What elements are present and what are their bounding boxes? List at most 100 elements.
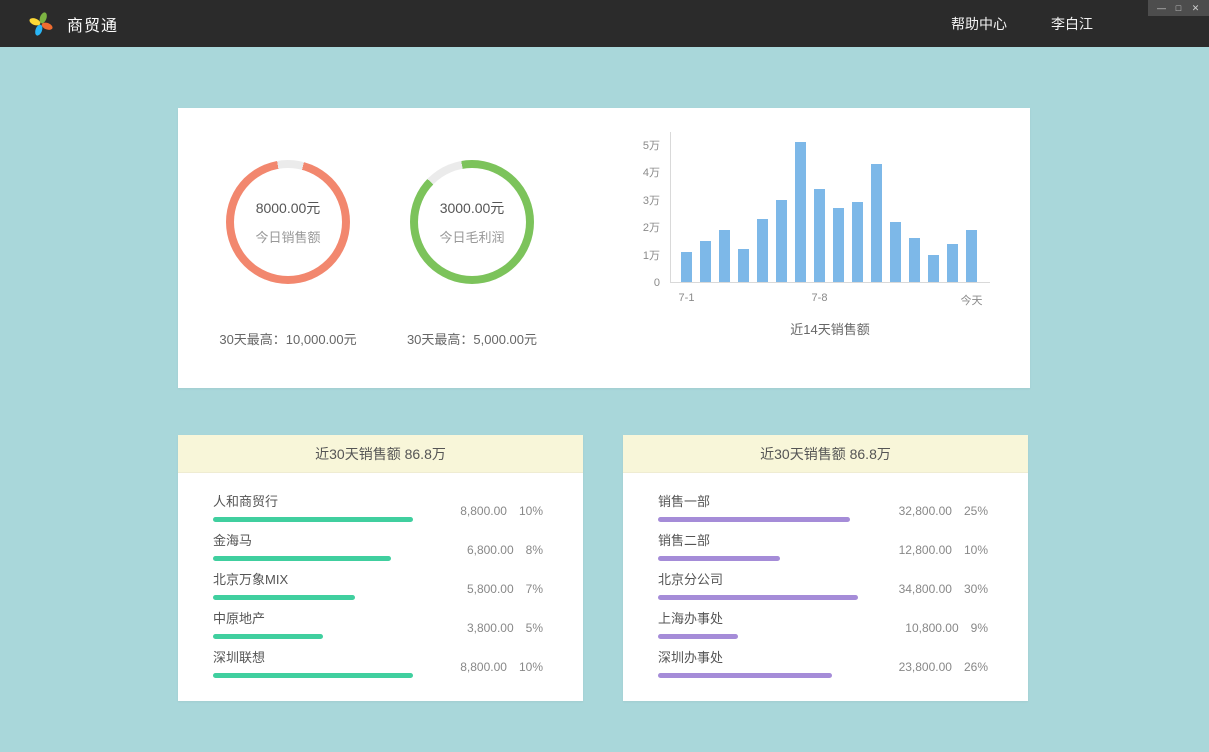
app-title: 商贸通 — [67, 12, 118, 36]
entity-name: 销售二部 — [658, 530, 858, 549]
entity-name: 北京分公司 — [658, 569, 858, 588]
percent-value: 26% — [964, 660, 988, 674]
today-profit-label: 今日毛利润 — [439, 227, 504, 246]
percent-value: 9% — [971, 621, 988, 635]
chart-title: 近14天销售额 — [670, 319, 990, 338]
percent-value: 10% — [519, 660, 543, 674]
entity-name: 金海马 — [213, 530, 413, 549]
today-sales-block: 8000.00元 今日销售额 30天最高：10,000.00元 — [196, 108, 380, 388]
list-item: 北京万象MIX 5,800.00 7% — [213, 564, 543, 603]
progress-bar — [213, 595, 355, 600]
close-icon[interactable]: ✕ — [1187, 0, 1204, 16]
user-menu[interactable]: 李白江 — [1051, 14, 1093, 34]
help-center-link[interactable]: 帮助中心 — [951, 14, 1007, 34]
y-tick-label: 3万 — [643, 195, 660, 207]
entity-name: 上海办事处 — [658, 608, 858, 627]
chart-bar — [814, 189, 825, 282]
maximize-icon[interactable]: □ — [1170, 0, 1187, 16]
y-tick-label: 0 — [654, 277, 660, 289]
percent-value: 10% — [519, 504, 543, 518]
x-axis: 7-1 7-8 今天 — [670, 283, 990, 307]
chart-bar — [700, 241, 711, 282]
customer-sales-list: 人和商贸行 8,800.00 10% 金海马 6,800.00 8% 北京万象MIX 5,80… — [178, 473, 583, 681]
list-item: 销售一部32,800.0025% — [658, 486, 988, 525]
today-sales-max: 30天最高：10,000.00元 — [219, 329, 356, 348]
topbar-links: 帮助中心 李白江 — [951, 14, 1093, 34]
entity-name: 销售一部 — [658, 491, 858, 510]
department-sales-title: 近30天销售额 86.8万 — [623, 435, 1028, 473]
percent-value: 5% — [526, 621, 543, 635]
list-item: 深圳办事处 23,800.00 26% — [658, 642, 988, 681]
y-tick-label: 2万 — [643, 222, 660, 234]
chart-bar — [719, 230, 730, 282]
list-item: 金海马 6,800.00 8% — [213, 525, 543, 564]
amount-value: 32,800.00 — [899, 504, 952, 518]
department-sales-card: 近30天销售额 86.8万 销售一部32,800.0025%销售二部12,800… — [623, 435, 1028, 701]
amount-value: 8,800.00 — [460, 660, 507, 674]
amount-value: 23,800.00 — [899, 660, 952, 674]
amount-value: 3,800.00 — [467, 621, 514, 635]
amount-value: 5,800.00 — [467, 582, 514, 596]
summary-card: 8000.00元 今日销售额 30天最高：10,000.00元 3000.00元… — [178, 108, 1030, 388]
entity-name: 深圳办事处 — [658, 647, 858, 666]
list-item: 销售二部 12,800.00 10% — [658, 525, 988, 564]
list-item: 人和商贸行 8,800.00 10% — [213, 486, 543, 525]
today-sales-value: 8000.00元 — [256, 198, 321, 218]
customer-sales-title: 近30天销售额 86.8万 — [178, 435, 583, 473]
chart-bar — [966, 230, 977, 282]
progress-bar — [658, 634, 738, 639]
progress-bar — [213, 634, 323, 639]
entity-name: 中原地产 — [213, 608, 413, 627]
chart-bar — [871, 164, 882, 282]
progress-bar — [658, 517, 850, 522]
list-item: 北京分公司 34,800.00 30% — [658, 564, 988, 603]
sales-bar-chart: 5万4万3万2万1万0 7-17-8今天 近14天销售额 — [564, 108, 1030, 388]
amount-value: 8,800.00 — [460, 504, 507, 518]
entity-name: 北京万象MIX — [213, 569, 413, 588]
window-controls: — □ ✕ — [1148, 0, 1209, 16]
chart-bar — [757, 219, 768, 282]
dashboard: 8000.00元 今日销售额 30天最高：10,000.00元 3000.00元… — [0, 47, 1209, 701]
topbar: 商贸通 帮助中心 李白江 — □ ✕ — [0, 0, 1209, 47]
chart-bar — [852, 202, 863, 282]
chart-bar — [681, 252, 692, 282]
chart-bar — [776, 200, 787, 282]
progress-bar — [658, 673, 832, 678]
list-item: 深圳联想8,800.0010% — [213, 642, 543, 681]
today-sales-label: 今日销售额 — [255, 227, 320, 246]
x-tick-label: 7-8 — [812, 292, 828, 304]
app-logo-icon — [28, 11, 54, 37]
progress-bar — [658, 595, 858, 600]
department-sales-list: 销售一部32,800.0025%销售二部12,800.0010%北京分公司34,… — [623, 473, 1028, 681]
today-profit-block: 3000.00元 今日毛利润 30天最高：5,000.00元 — [380, 108, 564, 388]
y-tick-label: 5万 — [643, 140, 660, 152]
amount-value: 12,800.00 — [899, 543, 952, 557]
amount-value: 10,800.00 — [905, 621, 958, 635]
list-item: 上海办事处 10,800.00 9% — [658, 603, 988, 642]
chart-bar — [833, 208, 844, 282]
today-sales-ring: 8000.00元 今日销售额 — [226, 160, 350, 284]
chart-bar — [890, 222, 901, 282]
y-tick-label: 4万 — [643, 167, 660, 179]
percent-value: 30% — [964, 582, 988, 596]
x-tick-label: 今天 — [961, 292, 983, 308]
chart-bar — [795, 142, 806, 282]
list-item: 中原地产 3,800.00 5% — [213, 603, 543, 642]
today-profit-value: 3000.00元 — [440, 198, 505, 218]
percent-value: 7% — [526, 582, 543, 596]
chart-bar — [909, 238, 920, 282]
percent-value: 10% — [964, 543, 988, 557]
today-profit-max: 30天最高：5,000.00元 — [407, 329, 537, 348]
progress-bar — [658, 556, 780, 561]
y-axis: 5万4万3万2万1万0 — [564, 132, 670, 283]
minimize-icon[interactable]: — — [1153, 0, 1170, 16]
progress-bar — [213, 673, 413, 678]
amount-value: 6,800.00 — [467, 543, 514, 557]
today-profit-ring: 3000.00元 今日毛利润 — [410, 160, 534, 284]
x-tick-label: 7-1 — [679, 292, 695, 304]
amount-value: 34,800.00 — [899, 582, 952, 596]
percent-value: 8% — [526, 543, 543, 557]
entity-name: 人和商贸行 — [213, 491, 413, 510]
progress-bar — [213, 556, 391, 561]
bar-plot — [670, 132, 990, 283]
